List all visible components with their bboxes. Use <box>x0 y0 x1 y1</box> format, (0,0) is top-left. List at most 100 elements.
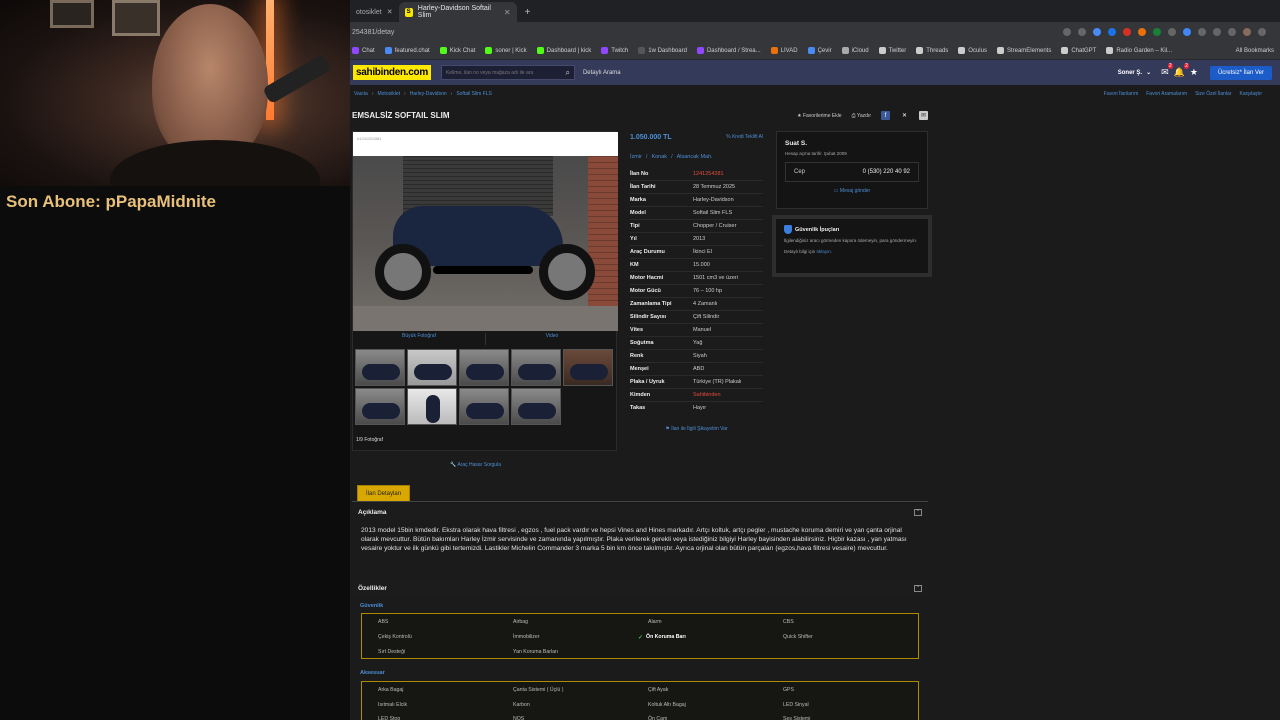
collapse-icon[interactable]: ⌃ <box>914 508 922 516</box>
breadcrumb-link[interactable]: Vasıta <box>354 91 368 97</box>
quick-link[interactable]: Karşılaştır <box>1239 91 1262 97</box>
quick-link[interactable]: Size Özel İlanlar <box>1195 91 1231 97</box>
bookmark-item[interactable]: ChatGPT <box>1061 47 1096 54</box>
photo-thumbnail[interactable] <box>459 388 509 425</box>
extension-icon[interactable] <box>1153 28 1161 36</box>
detailed-search-link[interactable]: Detaylı Arama <box>583 70 621 76</box>
click-here-link[interactable]: tıklayın. <box>817 249 833 254</box>
wall-frame <box>50 0 94 28</box>
extension-icon[interactable] <box>1108 28 1116 36</box>
email-icon[interactable]: ✉ <box>919 111 928 120</box>
key-icon[interactable] <box>1063 28 1071 36</box>
security-tips-more: Detaylı bilgi için tıklayın. <box>784 249 920 254</box>
location-link[interactable]: Alsancak Mah. <box>677 154 713 160</box>
photo-thumbnail[interactable] <box>355 349 405 386</box>
favorites-star-icon[interactable]: ★ <box>1190 67 1198 78</box>
spec-key: Araç Durumu <box>630 249 665 255</box>
quick-link[interactable]: Favori İlanlarım <box>1104 91 1138 97</box>
bookmark-item[interactable]: Threads <box>916 47 948 54</box>
search-box[interactable]: ⌕ <box>440 65 575 80</box>
photo-thumbnail[interactable] <box>459 349 509 386</box>
sahibinden-favicon-icon: S <box>404 7 413 17</box>
feature-item: CBS <box>783 619 794 625</box>
bookmark-label: Chat <box>362 47 375 54</box>
extension-icon[interactable] <box>1093 28 1101 36</box>
send-message-link[interactable]: ▭ Mesaj gönder <box>785 188 919 194</box>
main-photo[interactable]: #1241254381 <box>353 132 618 331</box>
menu-icon[interactable] <box>1228 28 1236 36</box>
bookmark-item[interactable]: Radio Garden – Kil... <box>1106 47 1172 54</box>
damage-query-label: Araç Hasar Sorgula <box>457 462 501 468</box>
notifications-icon[interactable]: 🔔 2 <box>1174 63 1189 78</box>
bookmark-item[interactable]: Twitch <box>601 47 628 54</box>
bookmark-label: featured.chat <box>394 47 430 54</box>
spec-row: İlan Tarihi 28 Temmuz 2025 <box>630 180 763 193</box>
damage-query-link[interactable]: 🔧 Araç Hasar Sorgula <box>450 462 501 468</box>
x-icon[interactable]: ✕ <box>900 111 909 120</box>
phone-number[interactable]: 0 (530) 220 40 92 <box>863 169 910 175</box>
new-tab-button[interactable]: + <box>517 7 539 22</box>
extension-icon[interactable] <box>1138 28 1146 36</box>
avatar[interactable] <box>1243 28 1251 36</box>
add-favorite-label: Favorilerime Ekle <box>802 112 842 119</box>
bookmark-item[interactable]: featured.chat <box>384 47 430 54</box>
url-field[interactable]: 254381/detay <box>350 29 1063 36</box>
bookmark-item[interactable]: Çevir <box>807 47 832 54</box>
tab-harley[interactable]: S Harley-Davidson Softail Slim ✕ <box>398 2 517 22</box>
messages-icon[interactable]: ✉ 2 <box>1161 63 1173 78</box>
big-photo-button[interactable]: Büyük Fotoğraf <box>353 333 486 345</box>
extension-icon[interactable] <box>1123 28 1131 36</box>
photo-thumbnail[interactable] <box>563 349 613 386</box>
spec-value: Softail Slim FLS <box>693 210 733 216</box>
photo-thumbnail[interactable] <box>355 388 405 425</box>
tab-otosiklet[interactable]: otosiklet ✕ <box>350 2 399 22</box>
photo-thumbnail[interactable] <box>407 388 457 425</box>
extension-icon[interactable] <box>1198 28 1206 36</box>
bookmark-item[interactable]: 1w Dashboard <box>638 47 687 54</box>
photo-count: 1/9 Fotoğraf <box>356 437 383 443</box>
bookmark-item[interactable]: Dashboard | kick <box>536 47 591 54</box>
credit-offer-link[interactable]: % Kredi Teklifi Al <box>726 134 763 140</box>
collapse-icon[interactable]: ⌃ <box>914 584 922 592</box>
close-icon[interactable]: ✕ <box>387 8 393 16</box>
add-favorite-link[interactable]: ★ Favorilerime Ekle <box>797 113 842 119</box>
star-icon[interactable] <box>1078 28 1086 36</box>
photo-thumbnail[interactable] <box>511 349 561 386</box>
extension-icon[interactable] <box>1168 28 1176 36</box>
photo-thumbnail[interactable] <box>511 388 561 425</box>
user-menu[interactable]: Soner Ş. ⌄ <box>1118 69 1151 77</box>
seller-name[interactable]: Suat S. <box>785 140 919 147</box>
breadcrumb-link[interactable]: Harley-Davidson <box>410 91 447 97</box>
bookmark-item[interactable]: Chat <box>352 47 375 54</box>
spec-key: Renk <box>630 353 644 359</box>
breadcrumb-link[interactable]: Motosiklet <box>377 91 400 97</box>
bookmark-item[interactable]: Kick Chat <box>439 47 475 54</box>
bookmark-item[interactable]: soner | Kick <box>485 47 527 54</box>
print-link[interactable]: ⎙ Yazdır <box>852 113 871 119</box>
bookmark-item[interactable]: Oculus <box>958 47 987 54</box>
photo-thumbnail[interactable] <box>407 349 457 386</box>
puzzle-icon[interactable] <box>1213 28 1221 36</box>
bookmark-item[interactable]: Twitter <box>878 47 906 54</box>
tab-listing-details[interactable]: İlan Detayları <box>357 485 411 502</box>
bookmark-item[interactable]: iCloud <box>841 47 869 54</box>
complaint-link[interactable]: ⚑ İlan ile İlgili Şikayetim Var <box>630 426 763 432</box>
bookmark-favicon-icon <box>1061 47 1069 54</box>
quick-link[interactable]: Favori Aramalarım <box>1146 91 1187 97</box>
free-ad-button[interactable]: Ücretsiz* İlan Ver <box>1209 65 1272 80</box>
facebook-icon[interactable]: f <box>881 111 890 120</box>
location-link[interactable]: Konak <box>651 154 667 160</box>
bookmark-item[interactable]: Dashboard / Strea... <box>696 47 761 54</box>
video-button[interactable]: Video <box>486 333 618 345</box>
search-input[interactable] <box>445 69 566 76</box>
extension-icon[interactable] <box>1183 28 1191 36</box>
all-bookmarks-button[interactable]: All Bookmarks <box>1236 48 1280 54</box>
location-link[interactable]: İzmir <box>630 154 642 160</box>
bookmark-item[interactable]: LIVAD <box>770 47 798 54</box>
close-icon[interactable]: ✕ <box>504 8 511 17</box>
bookmark-item[interactable]: StreamElements <box>996 47 1051 54</box>
sahibinden-logo[interactable]: sahibinden.com <box>353 65 431 80</box>
more-icon[interactable] <box>1258 28 1266 36</box>
breadcrumb-link[interactable]: Softail Slim FLS <box>456 91 492 97</box>
search-icon[interactable]: ⌕ <box>565 68 569 78</box>
